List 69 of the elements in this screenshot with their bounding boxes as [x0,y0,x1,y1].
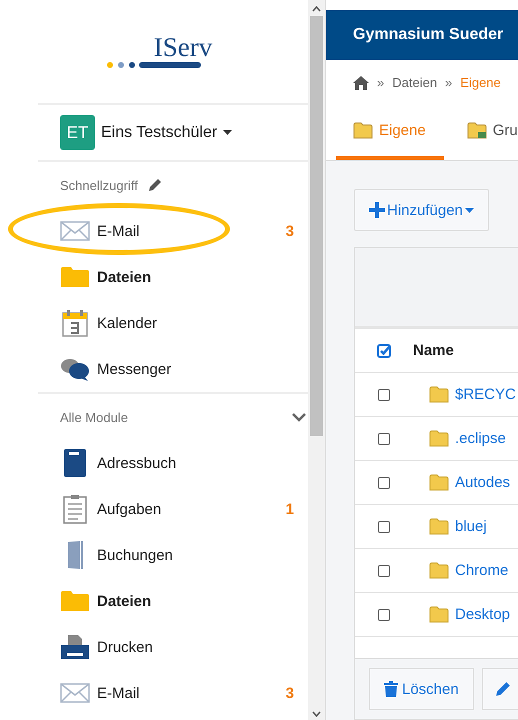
user-menu[interactable]: Eins Testschüler [101,124,218,142]
folder-link[interactable]: bluej [455,518,487,535]
sidebar-item[interactable]: E-Mail 3 [38,670,308,716]
sidebar-item[interactable]: Buchungen [38,532,308,578]
count-label: 3 [286,222,294,240]
delete-button[interactable]: Löschen [369,668,474,710]
select-all-checkbox[interactable] [377,344,391,358]
column-header[interactable]: Name [413,342,454,359]
sidebar-item[interactable]: Aufgaben 1 [38,486,308,532]
user-avatar: ET [60,115,95,150]
folder-link[interactable]: Chrome [455,562,508,579]
scrollbar[interactable] [308,0,325,720]
scroll-up-icon[interactable] [312,6,321,12]
section-title: Alle Module [60,410,128,424]
folder-icon [429,518,449,535]
folder-icon [429,430,449,447]
section-title: Schnellzugriff [60,178,138,192]
sidebar-item[interactable]: Adressbuch [38,440,308,486]
row-checkbox[interactable] [378,608,390,620]
row-checkbox[interactable] [378,564,390,576]
breadcrumb-separator: » [377,75,384,90]
sidebar-item[interactable]: Messenger [38,346,308,392]
sidebar-item[interactable]: Dateien [38,254,308,300]
trash-icon [384,681,398,697]
sidebar-item[interactable]: Drucken [38,624,308,670]
folder-icon [429,606,449,623]
folder-icon [60,590,90,612]
folder-icon [466,122,487,139]
sidebar-item[interactable]: Kalender [38,300,308,346]
folder-icon [429,562,449,579]
folder-link[interactable]: Desktop [455,606,510,623]
pencil-icon [494,681,511,697]
pencil-icon[interactable] [148,178,162,192]
row-checkbox[interactable] [378,520,390,532]
envelope-icon [60,221,90,241]
folder-icon [429,474,449,491]
envelope-icon [60,683,90,703]
tab[interactable]: Gru [450,105,518,160]
book-icon [63,448,87,478]
chat-bubbles-icon [60,357,90,381]
folder-icon [429,386,449,403]
sidebar-item[interactable]: Dateien [38,578,308,624]
breadcrumb-link[interactable]: Dateien [392,75,438,90]
plus-icon [369,202,385,218]
caret-icon[interactable] [223,130,232,135]
folder-icon [353,122,373,139]
school-title: Gymnasium Sueder [353,26,504,44]
folder-icon [60,266,90,288]
caret-icon [464,208,474,212]
count-label: 1 [286,500,294,518]
scroll-down-icon[interactable] [312,711,321,717]
folder-link[interactable]: $RECYC [455,386,516,403]
calendar-icon [62,309,88,337]
clipboard-icon [63,494,87,524]
printer-icon [60,634,90,660]
count-label: 3 [286,684,294,702]
home-icon[interactable] [353,76,369,90]
sidebar-item[interactable]: E-Mail 3 [38,208,308,254]
logo-text: IServ [154,34,212,61]
add-button[interactable]: Hinzufügen [354,189,489,231]
door-icon [65,540,85,570]
folder-link[interactable]: .eclipse [455,430,506,447]
edit-button[interactable] [482,668,518,710]
chevron-icon[interactable] [292,412,306,422]
breadcrumb-separator: » [445,75,452,90]
folder-link[interactable]: Autodes [455,474,510,491]
row-checkbox[interactable] [378,476,390,488]
row-checkbox[interactable] [378,388,390,400]
row-checkbox[interactable] [378,432,390,444]
